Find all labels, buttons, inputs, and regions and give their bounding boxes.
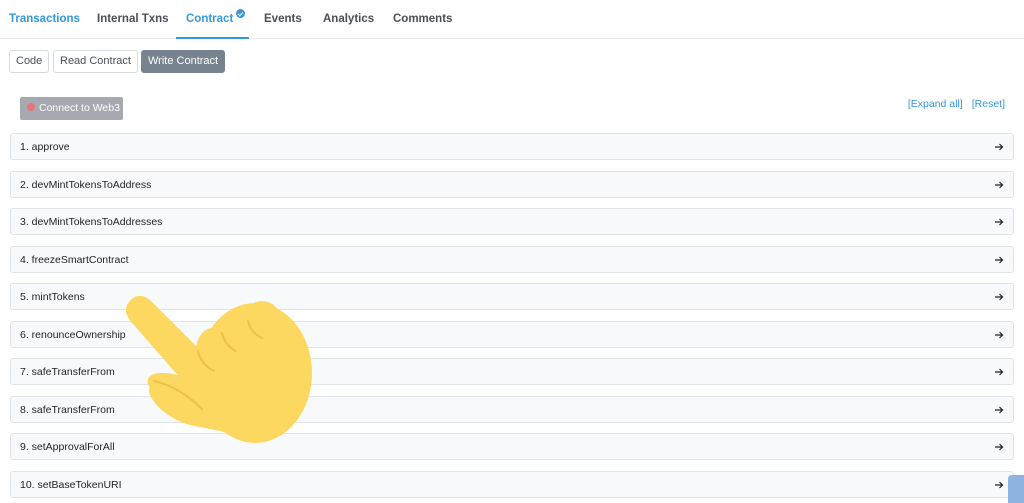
function-row-approve[interactable]: 1. approve <box>10 133 1014 160</box>
arrow-right-icon <box>995 293 1004 301</box>
arrow-right-icon <box>995 143 1004 151</box>
function-row-safeTransferFrom-2[interactable]: 8. safeTransferFrom <box>10 395 1014 423</box>
subtab-write-contract[interactable]: Write Contract <box>141 50 226 73</box>
connect-web3-label: Connect to Web3 <box>39 102 120 114</box>
tab-events[interactable]: Events <box>264 0 302 39</box>
function-label: 2. devMintTokensToAddress <box>20 178 152 191</box>
function-row-mintTokens[interactable]: 5. mintTokens <box>10 283 1014 310</box>
side-panel-tab[interactable] <box>1008 475 1024 503</box>
function-row-safeTransferFrom-1[interactable]: 7. safeTransferFrom <box>10 358 1014 385</box>
tab-analytics[interactable]: Analytics <box>323 0 374 39</box>
arrow-right-icon <box>995 331 1004 338</box>
arrow-right-icon <box>995 406 1004 413</box>
function-row-devMintTokensToAddresses[interactable]: 3. devMintTokensToAddresses <box>10 208 1014 235</box>
expand-all-link[interactable]: [Expand all] <box>908 98 963 110</box>
function-row-setApprovalForAll[interactable]: 9. setApprovalForAll <box>10 433 1014 460</box>
check-circle-icon <box>236 9 246 18</box>
function-label: 6. renounceOwnership <box>20 328 126 341</box>
expand-reset-links: [Expand all] [Reset] <box>908 98 1005 110</box>
tab-transactions[interactable]: Transactions <box>9 0 80 39</box>
red-dot-icon <box>27 103 35 111</box>
function-label: 3. devMintTokensToAddresses <box>20 216 163 228</box>
function-row-freezeSmartContract[interactable]: 4. freezeSmartContract <box>10 245 1014 273</box>
tab-label: Contract <box>186 13 234 25</box>
tab-internal-txns[interactable]: Internal Txns <box>97 0 169 39</box>
tab-label: Analytics <box>323 13 375 25</box>
arrow-right-icon <box>995 443 1004 451</box>
tab-label: Internal Txns <box>97 13 169 25</box>
arrow-right-icon <box>995 181 1004 188</box>
tab-comments[interactable]: Comments <box>393 0 452 39</box>
function-label: 7. safeTransferFrom <box>20 366 115 378</box>
tab-label: Transactions <box>9 13 80 25</box>
function-label: 5. mintTokens <box>20 291 85 303</box>
arrow-right-icon <box>995 481 1004 488</box>
arrow-right-icon <box>995 368 1004 376</box>
function-label: 10. setBaseTokenURI <box>20 478 122 491</box>
function-row-devMintTokensToAddress[interactable]: 2. devMintTokensToAddress <box>10 170 1014 198</box>
arrow-right-icon <box>995 256 1004 263</box>
connect-web3-button[interactable]: Connect to Web3 <box>20 97 123 120</box>
function-label: 9. setApprovalForAll <box>20 441 115 453</box>
tab-contract[interactable]: Contract <box>176 0 249 39</box>
arrow-right-icon <box>995 218 1004 226</box>
tab-label: Events <box>264 13 302 25</box>
function-row-renounceOwnership[interactable]: 6. renounceOwnership <box>10 320 1014 348</box>
function-label: 8. safeTransferFrom <box>20 403 115 416</box>
subtab-read-contract[interactable]: Read Contract <box>53 50 138 73</box>
tab-bar: Transactions Internal Txns Contract Even… <box>0 0 1024 39</box>
function-label: 1. approve <box>20 141 70 153</box>
function-label: 4. freezeSmartContract <box>20 253 129 266</box>
tab-label: Comments <box>393 13 453 25</box>
function-row-setBaseTokenURI[interactable]: 10. setBaseTokenURI <box>10 470 1014 498</box>
reset-link[interactable]: [Reset] <box>972 98 1005 110</box>
subtab-code[interactable]: Code <box>9 50 50 73</box>
